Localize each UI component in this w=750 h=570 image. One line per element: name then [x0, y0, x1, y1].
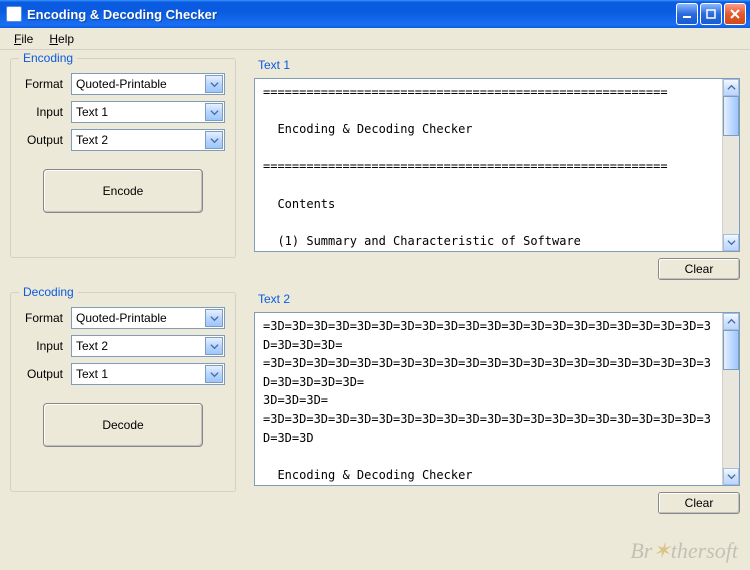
maximize-button[interactable] — [700, 3, 722, 25]
decoding-column: Decoding Format Quoted-Printable Input T… — [10, 292, 236, 514]
text1-clear-button[interactable]: Clear — [658, 258, 740, 280]
encoding-output-select[interactable]: Text 2 — [71, 129, 225, 151]
decode-button[interactable]: Decode — [43, 403, 203, 447]
encoding-column: Encoding Format Quoted-Printable Input T… — [10, 58, 236, 280]
watermark: Br✶thersoft — [630, 538, 738, 564]
app-icon — [6, 6, 22, 22]
menu-bar: File Help — [0, 28, 750, 50]
scroll-down-icon[interactable] — [723, 468, 739, 485]
chevron-down-icon[interactable] — [205, 131, 223, 149]
scroll-track[interactable] — [723, 96, 739, 234]
encoding-output-value: Text 2 — [76, 133, 202, 147]
text1-textarea[interactable]: ========================================… — [254, 78, 740, 252]
decoding-output-select[interactable]: Text 1 — [71, 363, 225, 385]
decoding-format-select[interactable]: Quoted-Printable — [71, 307, 225, 329]
scroll-down-icon[interactable] — [723, 234, 739, 251]
encoding-format-value: Quoted-Printable — [76, 77, 202, 91]
encode-button[interactable]: Encode — [43, 169, 203, 213]
decoding-output-row: Output Text 1 — [21, 363, 225, 385]
text2-scrollbar[interactable] — [722, 313, 739, 485]
encoding-format-row: Format Quoted-Printable — [21, 73, 225, 95]
text2-clear-button[interactable]: Clear — [658, 492, 740, 514]
title-bar: Encoding & Decoding Checker — [0, 0, 750, 28]
text1-column: Text 1 =================================… — [254, 58, 740, 280]
encoding-group: Encoding Format Quoted-Printable Input T… — [10, 58, 236, 258]
encoding-format-label: Format — [21, 77, 71, 91]
decoding-input-value: Text 2 — [76, 339, 202, 353]
text1-content[interactable]: ========================================… — [255, 79, 722, 251]
text2-column: Text 2 =3D=3D=3D=3D=3D=3D=3D=3D=3D=3D=3D… — [254, 292, 740, 514]
text1-clear-row: Clear — [254, 258, 740, 280]
chevron-down-icon[interactable] — [205, 103, 223, 121]
encoding-input-select[interactable]: Text 1 — [71, 101, 225, 123]
scroll-thumb[interactable] — [723, 96, 739, 136]
chevron-down-icon[interactable] — [205, 309, 223, 327]
text1-label: Text 1 — [254, 58, 740, 72]
decoding-input-label: Input — [21, 339, 71, 353]
text2-content[interactable]: =3D=3D=3D=3D=3D=3D=3D=3D=3D=3D=3D=3D=3D=… — [255, 313, 722, 485]
encoding-format-select[interactable]: Quoted-Printable — [71, 73, 225, 95]
encoding-output-row: Output Text 2 — [21, 129, 225, 151]
minimize-button[interactable] — [676, 3, 698, 25]
encoding-output-label: Output — [21, 133, 71, 147]
menu-file[interactable]: File — [6, 30, 41, 48]
decoding-group: Decoding Format Quoted-Printable Input T… — [10, 292, 236, 492]
text2-label: Text 2 — [254, 292, 740, 306]
scroll-thumb[interactable] — [723, 330, 739, 370]
decoding-format-value: Quoted-Printable — [76, 311, 202, 325]
text1-scrollbar[interactable] — [722, 79, 739, 251]
decoding-format-label: Format — [21, 311, 71, 325]
encoding-input-row: Input Text 1 — [21, 101, 225, 123]
text2-textarea[interactable]: =3D=3D=3D=3D=3D=3D=3D=3D=3D=3D=3D=3D=3D=… — [254, 312, 740, 486]
chevron-down-icon[interactable] — [205, 337, 223, 355]
client-area: Encoding Format Quoted-Printable Input T… — [0, 50, 750, 570]
decoding-input-select[interactable]: Text 2 — [71, 335, 225, 357]
decoding-legend: Decoding — [19, 285, 78, 299]
decoding-output-value: Text 1 — [76, 367, 202, 381]
decoding-input-row: Input Text 2 — [21, 335, 225, 357]
encoding-input-label: Input — [21, 105, 71, 119]
close-button[interactable] — [724, 3, 746, 25]
encoding-input-value: Text 1 — [76, 105, 202, 119]
row-decoding: Decoding Format Quoted-Printable Input T… — [10, 292, 740, 514]
scroll-track[interactable] — [723, 330, 739, 468]
window-controls — [676, 3, 746, 25]
menu-help[interactable]: Help — [41, 30, 82, 48]
chevron-down-icon[interactable] — [205, 75, 223, 93]
decoding-output-label: Output — [21, 367, 71, 381]
scroll-up-icon[interactable] — [723, 313, 739, 330]
encoding-legend: Encoding — [19, 51, 77, 65]
scroll-up-icon[interactable] — [723, 79, 739, 96]
window-title: Encoding & Decoding Checker — [27, 7, 676, 22]
chevron-down-icon[interactable] — [205, 365, 223, 383]
decoding-format-row: Format Quoted-Printable — [21, 307, 225, 329]
row-encoding: Encoding Format Quoted-Printable Input T… — [10, 58, 740, 280]
text2-clear-row: Clear — [254, 492, 740, 514]
